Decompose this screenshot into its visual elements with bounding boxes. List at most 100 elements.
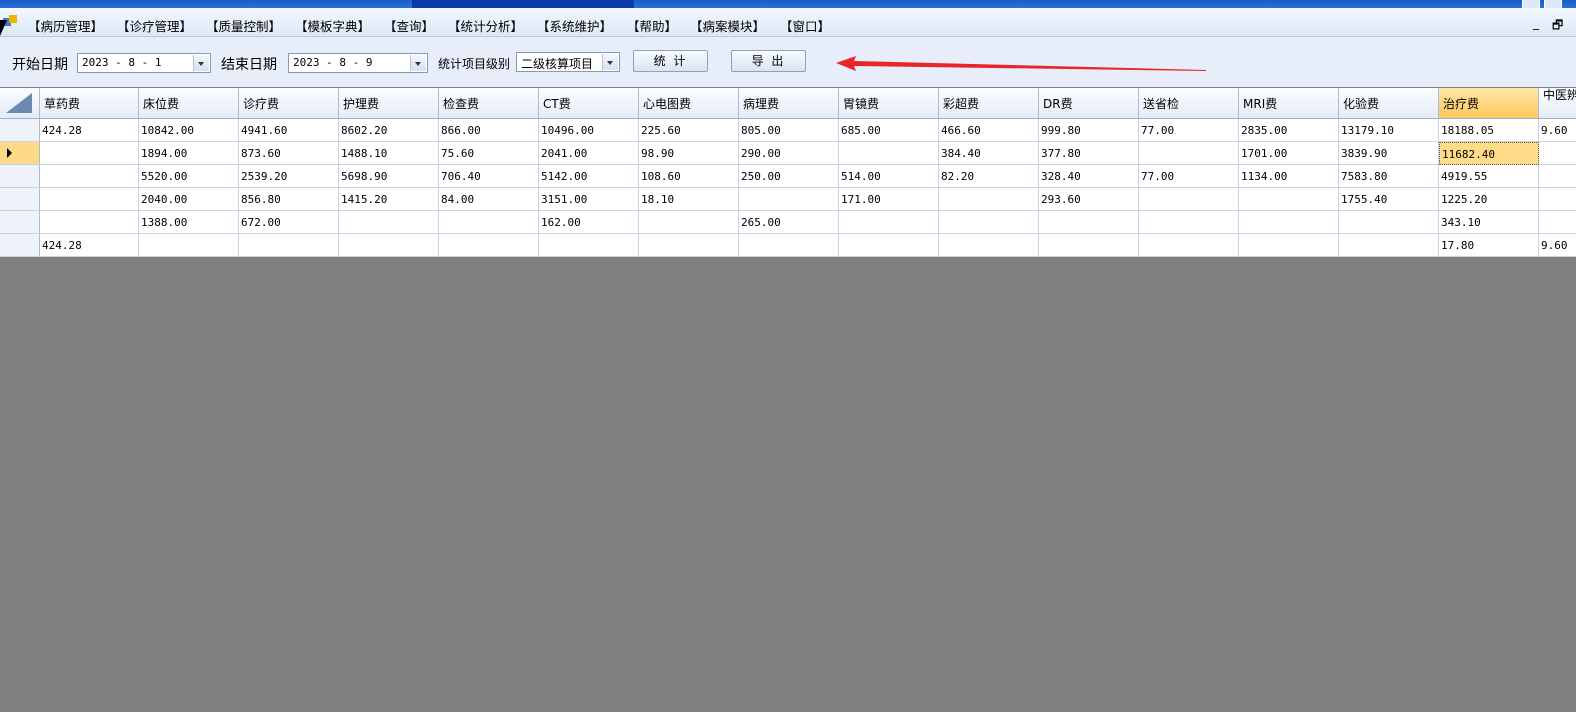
column-header[interactable]: CT费 (539, 88, 639, 119)
menu-window[interactable]: 【窗口】 (780, 16, 830, 35)
grid-cell[interactable] (1239, 188, 1339, 211)
grid-cell[interactable]: 514.00 (839, 165, 939, 188)
grid-cell[interactable] (339, 211, 439, 234)
row-header[interactable] (0, 142, 40, 165)
menu-system-maintenance[interactable]: 【系统维护】 (537, 16, 612, 35)
column-header[interactable]: 床位费 (139, 88, 239, 119)
grid-cell[interactable]: 77.00 (1139, 119, 1239, 142)
row-header[interactable] (0, 188, 40, 211)
grid-cell[interactable] (139, 234, 239, 257)
window-minimize-button[interactable] (1522, 0, 1540, 8)
grid-cell[interactable]: 84.00 (439, 188, 539, 211)
grid-cell[interactable] (639, 211, 739, 234)
grid-cell[interactable]: 98.90 (639, 142, 739, 165)
chevron-down-icon[interactable] (602, 54, 618, 70)
grid-cell[interactable]: 424.28 (40, 234, 139, 257)
grid-cell[interactable]: 328.40 (1039, 165, 1139, 188)
grid-cell[interactable]: 7583.80 (1339, 165, 1439, 188)
end-date-picker[interactable]: 2023 - 8 - 9 (288, 53, 428, 73)
grid-cell[interactable] (40, 165, 139, 188)
grid-cell[interactable]: 1755.40 (1339, 188, 1439, 211)
grid-cell[interactable]: 13179.10 (1339, 119, 1439, 142)
grid-cell[interactable]: 225.60 (639, 119, 739, 142)
column-header[interactable]: 治疗费 (1439, 88, 1539, 119)
grid-cell[interactable] (1139, 188, 1239, 211)
export-button[interactable]: 导 出 (731, 50, 806, 72)
grid-cell[interactable]: 1388.00 (139, 211, 239, 234)
grid-cell[interactable]: 999.80 (1039, 119, 1139, 142)
grid-cell[interactable]: 706.40 (439, 165, 539, 188)
column-header[interactable]: 护理费 (339, 88, 439, 119)
column-header[interactable]: 胃镜费 (839, 88, 939, 119)
chevron-down-icon[interactable] (193, 55, 209, 71)
column-header[interactable]: 诊疗费 (239, 88, 339, 119)
grid-cell[interactable]: 1134.00 (1239, 165, 1339, 188)
grid-cell[interactable] (939, 211, 1039, 234)
grid-cell[interactable] (40, 142, 139, 165)
select-all-corner[interactable] (0, 88, 40, 119)
grid-cell[interactable] (40, 188, 139, 211)
grid-cell[interactable]: 10496.00 (539, 119, 639, 142)
grid-cell[interactable] (439, 211, 539, 234)
chevron-down-icon[interactable] (410, 55, 426, 71)
grid-cell[interactable]: 265.00 (739, 211, 839, 234)
grid-cell[interactable]: 2835.00 (1239, 119, 1339, 142)
grid-cell[interactable] (1539, 188, 1576, 211)
grid-cell[interactable]: 5520.00 (139, 165, 239, 188)
grid-cell[interactable] (439, 234, 539, 257)
grid-cell[interactable]: 18188.05 (1439, 119, 1539, 142)
row-header[interactable] (0, 165, 40, 188)
column-header[interactable]: MRI费 (1239, 88, 1339, 119)
grid-cell[interactable]: 866.00 (439, 119, 539, 142)
grid-cell[interactable] (939, 188, 1039, 211)
menu-quality-control[interactable]: 【质量控制】 (206, 16, 281, 35)
grid-cell[interactable]: 384.40 (939, 142, 1039, 165)
grid-cell[interactable] (839, 211, 939, 234)
grid-cell[interactable]: 8602.20 (339, 119, 439, 142)
grid-cell[interactable] (739, 234, 839, 257)
grid-cell[interactable]: 3839.90 (1339, 142, 1439, 165)
menu-help[interactable]: 【帮助】 (627, 16, 677, 35)
grid-cell[interactable]: 171.00 (839, 188, 939, 211)
grid-cell[interactable] (339, 234, 439, 257)
grid-cell[interactable] (1339, 211, 1439, 234)
menu-statistics[interactable]: 【统计分析】 (448, 16, 523, 35)
grid-cell[interactable]: 290.00 (739, 142, 839, 165)
grid-cell[interactable]: 1894.00 (139, 142, 239, 165)
grid-cell[interactable]: 377.80 (1039, 142, 1139, 165)
grid-cell[interactable]: 108.60 (639, 165, 739, 188)
column-header[interactable]: 中医辨治 (1539, 88, 1576, 119)
row-header[interactable] (0, 119, 40, 142)
grid-cell[interactable]: 466.60 (939, 119, 1039, 142)
row-header[interactable] (0, 211, 40, 234)
grid-cell[interactable] (1139, 234, 1239, 257)
column-header[interactable]: 彩超费 (939, 88, 1039, 119)
column-header[interactable]: 病理费 (739, 88, 839, 119)
column-header[interactable]: DR费 (1039, 88, 1139, 119)
grid-cell[interactable]: 5698.90 (339, 165, 439, 188)
grid-cell[interactable]: 11682.40 (1439, 142, 1539, 165)
grid-cell[interactable]: 343.10 (1439, 211, 1539, 234)
grid-cell[interactable]: 2040.00 (139, 188, 239, 211)
grid-cell[interactable]: 2539.20 (239, 165, 339, 188)
grid-cell[interactable]: 805.00 (739, 119, 839, 142)
grid-cell[interactable]: 1415.20 (339, 188, 439, 211)
menu-treatment[interactable]: 【诊疗管理】 (117, 16, 192, 35)
menu-query[interactable]: 【查询】 (384, 16, 434, 35)
grid-cell[interactable]: 1488.10 (339, 142, 439, 165)
menu-medical-record[interactable]: 【病历管理】 (28, 16, 103, 35)
grid-cell[interactable]: 75.60 (439, 142, 539, 165)
grid-cell[interactable]: 4941.60 (239, 119, 339, 142)
grid-cell[interactable]: 17.80 (1439, 234, 1539, 257)
grid-cell[interactable] (40, 211, 139, 234)
grid-cell[interactable]: 162.00 (539, 211, 639, 234)
grid-cell[interactable] (839, 234, 939, 257)
grid-cell[interactable]: 77.00 (1139, 165, 1239, 188)
grid-cell[interactable] (839, 142, 939, 165)
grid-cell[interactable]: 3151.00 (539, 188, 639, 211)
grid-cell[interactable]: 873.60 (239, 142, 339, 165)
stat-level-select[interactable]: 二级核算项目 (516, 52, 620, 72)
grid-cell[interactable]: 4919.55 (1439, 165, 1539, 188)
column-header[interactable]: 心电图费 (639, 88, 739, 119)
grid-cell[interactable]: 10842.00 (139, 119, 239, 142)
